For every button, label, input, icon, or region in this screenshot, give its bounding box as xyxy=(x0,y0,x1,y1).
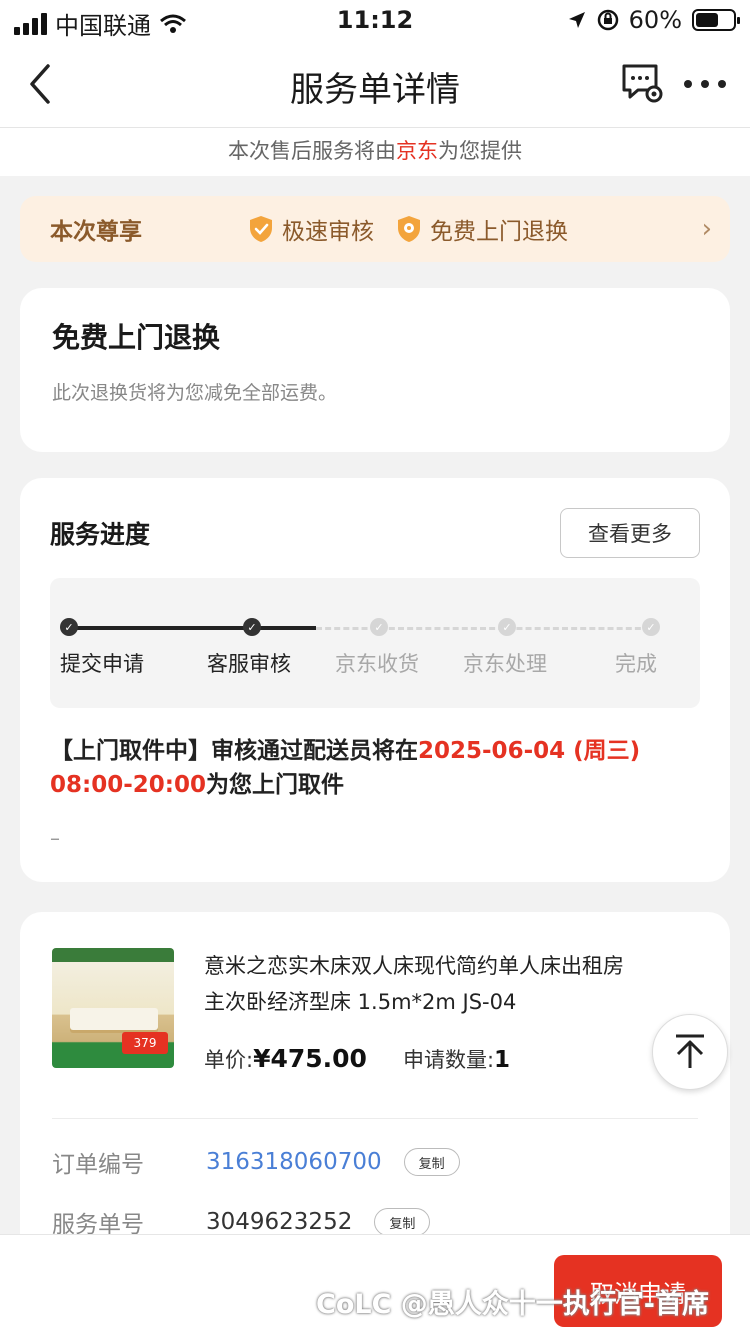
service-number-value: 3049623252 xyxy=(206,1209,353,1235)
privilege-item-fast-review: 极速审核 xyxy=(248,212,374,246)
divider xyxy=(52,1118,698,1119)
step-dot: ✓ xyxy=(370,618,388,636)
status-bar: 中国联通 11:12 60% xyxy=(0,0,750,40)
back-to-top-icon xyxy=(676,1034,704,1068)
battery-percent: 60% xyxy=(628,6,682,34)
status-right: 60% xyxy=(567,6,740,34)
progress-line-pending xyxy=(316,627,650,630)
copy-order-button[interactable]: 复制 xyxy=(403,1148,460,1176)
notice-extra: – xyxy=(50,826,60,850)
qty-value: 1 xyxy=(494,1047,511,1073)
progress-title: 服务进度 xyxy=(50,520,151,549)
view-more-button[interactable]: 查看更多 xyxy=(560,508,700,558)
rotation-lock-icon xyxy=(597,9,618,31)
provider-line: 本次售后服务将由京东为您提供 xyxy=(0,128,750,176)
nav-bar: 服务单详情 xyxy=(0,40,750,128)
step-receive: 京东收货 xyxy=(335,652,419,676)
privilege-banner[interactable]: 本次尊享 极速审核 免费上门退换 › xyxy=(20,196,730,262)
step-dot: ✓ xyxy=(60,618,78,636)
notice-time: 08:00-20:00 xyxy=(50,772,206,798)
privilege-item-free-return: 免费上门退换 xyxy=(396,212,568,246)
privilege-label: 本次尊享 xyxy=(50,219,142,245)
step-submit: 提交申请 xyxy=(60,652,144,676)
step-dot: ✓ xyxy=(243,618,261,636)
battery-icon xyxy=(692,9,740,31)
provider-suffix: 为您提供 xyxy=(438,139,522,163)
notice-suffix: 为您上门取件 xyxy=(205,772,344,798)
privilege-item-label: 免费上门退换 xyxy=(430,219,568,245)
product-card: 379 意米之恋实木床双人床现代简约单人床出租房主次卧经济型床 1.5m*2m … xyxy=(20,912,730,1272)
provider-brand: 京东 xyxy=(396,139,438,163)
location-icon xyxy=(568,12,585,28)
notice-prefix: 【上门取件中】审核通过配送员将在 xyxy=(50,738,418,764)
price-value: ¥475.00 xyxy=(253,1044,367,1073)
shield-home-icon xyxy=(398,216,420,242)
service-progress-card: 服务进度 查看更多 ✓ ✓ ✓ ✓ ✓ 提交申请 客服审核 京东收货 京东处理 … xyxy=(20,478,730,882)
order-number-link[interactable]: 316318060700 xyxy=(206,1149,382,1175)
watermark: CoLC @愚人众十一执行官-首席 xyxy=(316,1289,709,1320)
thumbnail-price-tag: 379 xyxy=(122,1032,168,1054)
product-thumbnail[interactable]: 379 xyxy=(52,948,174,1068)
step-process: 京东处理 xyxy=(463,652,547,676)
step-review: 客服审核 xyxy=(207,652,291,676)
chat-settings-icon[interactable] xyxy=(620,62,666,106)
step-dot: ✓ xyxy=(498,618,516,636)
product-name[interactable]: 意米之恋实木床双人床现代简约单人床出租房主次卧经济型床 1.5m*2m JS-0… xyxy=(204,948,644,1020)
notice-date: 2025-06-04 (周三) xyxy=(418,738,641,764)
order-number-label: 订单编号 xyxy=(52,1152,144,1178)
copy-service-button[interactable]: 复制 xyxy=(374,1208,431,1236)
free-return-card: 免费上门退换 此次退换货将为您减免全部运费。 xyxy=(20,288,730,452)
progress-line-done xyxy=(68,626,316,630)
price-label: 单价: xyxy=(204,1048,254,1072)
qty-label: 申请数量: xyxy=(402,1048,495,1072)
apply-quantity: 申请数量:1 xyxy=(403,1044,510,1074)
privilege-item-label: 极速审核 xyxy=(282,219,374,245)
shield-check-icon xyxy=(250,216,272,242)
step-complete: 完成 xyxy=(615,652,657,676)
progress-tracker: ✓ ✓ ✓ ✓ ✓ 提交申请 客服审核 京东收货 京东处理 完成 xyxy=(50,578,700,708)
pickup-notice: 【上门取件中】审核通过配送员将在2025-06-04 (周三) 08:00-20… xyxy=(50,734,700,802)
unit-price: 单价:¥475.00 xyxy=(204,1044,367,1074)
chevron-right-icon: › xyxy=(701,214,712,244)
back-to-top-button[interactable] xyxy=(652,1014,728,1090)
step-dot: ✓ xyxy=(642,618,660,636)
order-number-row: 订单编号 316318060700 复制 xyxy=(52,1145,698,1179)
free-return-desc: 此次退换货将为您减免全部运费。 xyxy=(52,382,338,404)
free-return-title: 免费上门退换 xyxy=(52,321,221,354)
provider-prefix: 本次售后服务将由 xyxy=(228,139,396,163)
more-icon[interactable] xyxy=(682,62,728,106)
